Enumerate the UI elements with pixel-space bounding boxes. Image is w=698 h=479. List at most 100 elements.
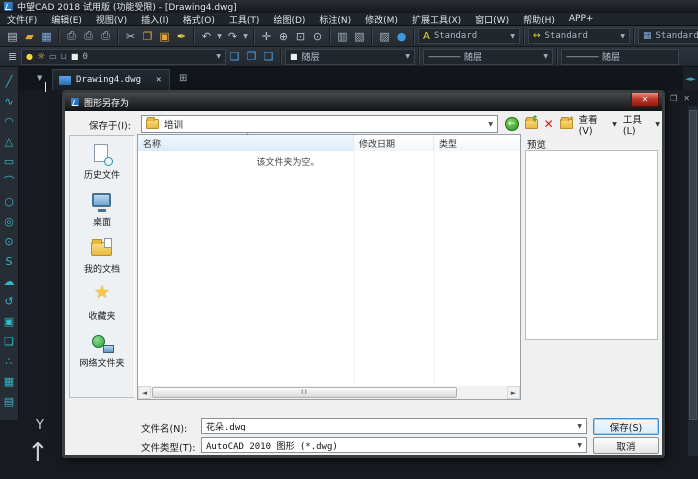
close-window-icon[interactable]: ✕ bbox=[683, 94, 690, 103]
menu-item-tools[interactable]: 工具(T) bbox=[222, 13, 267, 26]
circle-icon[interactable]: ○ bbox=[1, 191, 18, 211]
paste-icon[interactable]: ▣ bbox=[156, 28, 173, 45]
menu-item-app[interactable]: APP+ bbox=[562, 14, 601, 24]
save-icon[interactable]: ▦ bbox=[38, 28, 55, 45]
new-file-icon[interactable]: ▤ bbox=[4, 28, 21, 45]
tab-scroll-buttons[interactable]: ◄► bbox=[683, 67, 698, 90]
horizontal-scrollbar[interactable]: ◄ ⦀⦀ ► bbox=[138, 386, 520, 399]
file-type-combo[interactable]: AutoCAD 2010 图形 (*.dwg) ▼ bbox=[201, 437, 587, 453]
dim-style-combo[interactable]: ↔ Standard ▼ bbox=[528, 28, 630, 44]
vertical-scrollbar[interactable] bbox=[688, 106, 698, 456]
rotate-icon[interactable]: ↺ bbox=[1, 291, 18, 311]
tools-menu-button[interactable]: 工具(L) ▼ bbox=[623, 112, 660, 137]
view-menu-button[interactable]: 查看(V) ▼ bbox=[579, 112, 617, 137]
layer-isolate-icon[interactable]: ❑ bbox=[260, 48, 277, 65]
save-in-combo[interactable]: 培训 ▼ bbox=[141, 115, 498, 133]
back-button[interactable]: ← bbox=[505, 117, 519, 131]
cut-icon[interactable]: ✂ bbox=[122, 28, 139, 45]
redo-icon[interactable]: ↷ bbox=[224, 28, 241, 45]
point-icon[interactable]: ∴ bbox=[1, 351, 18, 371]
new-folder-button[interactable]: ✶ bbox=[560, 119, 573, 129]
sidebar-item-history[interactable]: 历史文件 bbox=[70, 144, 134, 191]
rectangle-icon[interactable]: ▭ bbox=[1, 151, 18, 171]
restore-window-icon[interactable]: ❐ bbox=[670, 94, 677, 103]
arc-icon[interactable]: ◠ bbox=[1, 111, 18, 131]
sidebar-item-documents[interactable]: 我的文档 bbox=[70, 238, 134, 285]
color-combo[interactable]: ■ 随层 ▼ bbox=[285, 49, 415, 65]
scroll-left-icon[interactable]: ◄ bbox=[138, 386, 151, 399]
zoom-previous-icon[interactable]: ⊙ bbox=[309, 28, 326, 45]
lineweight-combo[interactable]: ———— 随层 bbox=[561, 49, 679, 65]
text-style-combo[interactable]: A Standard ▼ bbox=[418, 28, 520, 44]
layer-manager-icon[interactable]: ≣ bbox=[4, 48, 21, 65]
zoom-realtime-icon[interactable]: ⊕ bbox=[275, 28, 292, 45]
polyline-icon[interactable]: ∿ bbox=[1, 91, 18, 111]
scrollbar-thumb[interactable] bbox=[689, 110, 697, 420]
linetype-combo[interactable]: ———— 随层 ▼ bbox=[423, 49, 553, 65]
spline-icon[interactable]: S bbox=[1, 251, 18, 271]
menu-item-modify[interactable]: 修改(M) bbox=[358, 13, 405, 26]
menu-item-dimension[interactable]: 标注(N) bbox=[312, 13, 358, 26]
properties-icon[interactable]: ▥ bbox=[334, 28, 351, 45]
tab-list-dropdown-icon[interactable]: ▼ bbox=[37, 74, 42, 82]
plot-icon[interactable]: ⎙ bbox=[80, 28, 97, 45]
column-header-type[interactable]: 类型 bbox=[434, 135, 520, 151]
chevron-down-icon[interactable]: ▼ bbox=[577, 423, 582, 430]
sidebar-item-desktop[interactable]: 桌面 bbox=[70, 191, 134, 238]
tab-drawing4[interactable]: Drawing4.dwg ✕ bbox=[52, 69, 170, 90]
table-style-combo[interactable]: ▦ Standard ▼ bbox=[638, 28, 698, 44]
clean-screen-icon[interactable]: ● bbox=[393, 28, 410, 45]
quickcalc-icon[interactable]: ▧ bbox=[351, 28, 368, 45]
open-icon[interactable]: ▰ bbox=[21, 28, 38, 45]
copy-icon[interactable]: ❐ bbox=[139, 28, 156, 45]
new-tab-icon[interactable]: ⊞ bbox=[179, 73, 187, 84]
tab-close-icon[interactable]: ✕ bbox=[156, 75, 161, 85]
ellipse-icon[interactable]: ⊙ bbox=[1, 231, 18, 251]
block-icon[interactable]: ❏ bbox=[1, 331, 18, 351]
layer-combo[interactable]: ● ☼ ▭ ⊔ ■ 0 ▼ bbox=[21, 49, 226, 65]
zoom-window-icon[interactable]: ⊡ bbox=[292, 28, 309, 45]
menu-item-express[interactable]: 扩展工具(X) bbox=[405, 13, 468, 26]
sidebar-item-network[interactable]: 网络文件夹 bbox=[70, 332, 134, 379]
designcenter-icon[interactable]: ▨ bbox=[376, 28, 393, 45]
plot-preview-icon[interactable]: ⎙ bbox=[63, 28, 80, 45]
undo-dropdown-icon[interactable]: ▼ bbox=[215, 28, 224, 45]
line-icon[interactable]: ╱ bbox=[1, 71, 18, 91]
table-icon[interactable]: ▤ bbox=[1, 391, 18, 411]
menu-item-file[interactable]: 文件(F) bbox=[0, 13, 44, 26]
file-name-combo[interactable]: ▼ bbox=[201, 418, 587, 434]
scroll-right-icon[interactable]: ► bbox=[507, 386, 520, 399]
menu-item-edit[interactable]: 编辑(E) bbox=[44, 13, 89, 26]
column-header-name[interactable]: 名称 ˆ bbox=[138, 135, 354, 151]
save-button[interactable]: 保存(S) bbox=[593, 418, 659, 435]
menu-item-format[interactable]: 格式(O) bbox=[176, 13, 222, 26]
menu-item-draw[interactable]: 绘图(D) bbox=[266, 13, 312, 26]
redo-dropdown-icon[interactable]: ▼ bbox=[241, 28, 250, 45]
column-header-date-modified[interactable]: 修改日期 bbox=[354, 135, 434, 151]
delete-button[interactable]: ✕ bbox=[544, 117, 554, 131]
up-one-level-button[interactable]: ↑ bbox=[525, 119, 538, 129]
menu-item-window[interactable]: 窗口(W) bbox=[468, 13, 516, 26]
menu-item-view[interactable]: 视图(V) bbox=[89, 13, 134, 26]
chevron-down-icon[interactable]: ▼ bbox=[577, 442, 582, 449]
dialog-close-button[interactable]: ✕ bbox=[631, 93, 659, 107]
layer-previous-icon[interactable]: ❏ bbox=[226, 48, 243, 65]
match-properties-icon[interactable]: ✒ bbox=[173, 28, 190, 45]
menu-item-help[interactable]: 帮助(H) bbox=[516, 13, 562, 26]
hatch-icon[interactable]: ▦ bbox=[1, 371, 18, 391]
pan-icon[interactable]: ✛ bbox=[258, 28, 275, 45]
file-list[interactable]: 名称 ˆ 修改日期 类型 该文件夹为空。 ◄ ⦀⦀ ► bbox=[137, 134, 521, 400]
menu-item-insert[interactable]: 插入(I) bbox=[134, 13, 176, 26]
file-name-input[interactable] bbox=[206, 421, 577, 431]
revision-cloud-icon[interactable]: ☁ bbox=[1, 271, 18, 291]
scrollbar-thumb[interactable]: ⦀⦀ bbox=[152, 387, 457, 398]
publish-icon[interactable]: ⎙ bbox=[97, 28, 114, 45]
undo-icon[interactable]: ↶ bbox=[198, 28, 215, 45]
image-icon[interactable]: ▣ bbox=[1, 311, 18, 331]
donut-icon[interactable]: ◎ bbox=[1, 211, 18, 231]
layer-states-icon[interactable]: ❐ bbox=[243, 48, 260, 65]
document-window-controls[interactable]: ❐ ✕ bbox=[670, 94, 690, 103]
sidebar-item-favorites[interactable]: ★ 收藏夹 bbox=[70, 285, 134, 332]
arc-3point-icon[interactable]: ⌒ bbox=[1, 171, 18, 191]
cancel-button[interactable]: 取消 bbox=[593, 437, 659, 454]
